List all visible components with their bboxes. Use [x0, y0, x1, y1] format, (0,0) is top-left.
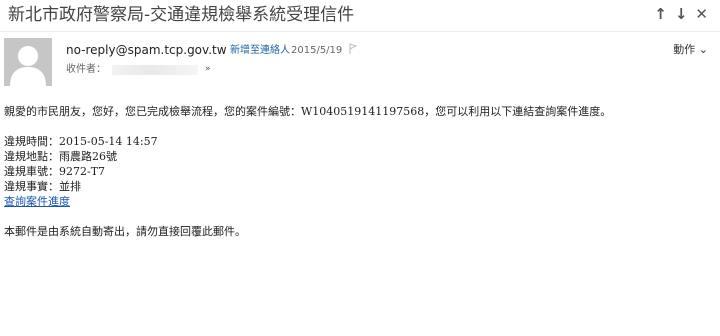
violation-fact: 違規事實：並排 [4, 180, 81, 193]
avatar [4, 38, 52, 86]
query-case-link[interactable]: 查詢案件進度 [4, 195, 70, 208]
add-to-contacts-link[interactable]: 新增至連絡人 [230, 44, 290, 57]
action-menu-button[interactable]: 動作 ⌄ [673, 43, 708, 57]
email-body: 親愛的市民朋友，您好，您已完成檢舉流程，您的案件編號：W104051914119… [4, 104, 710, 239]
message-date: 2015/5/19 [291, 45, 343, 56]
recipient-redacted [112, 64, 198, 75]
body-footer: 本郵件是由系統自動寄出，請勿直接回覆此郵件。 [4, 225, 246, 238]
header-divider [0, 31, 720, 32]
violation-plate: 違規車號：9272-T7 [4, 165, 106, 178]
recipient-label: 收件者： [66, 64, 106, 75]
body-intro: 親愛的市民朋友，您好，您已完成檢舉流程，您的案件編號：W104051914119… [4, 105, 612, 118]
message-navigation: ↑ ↓ ✕ [654, 4, 708, 24]
close-message-icon[interactable]: ✕ [695, 4, 708, 24]
recipient-row: 收件者： » [66, 63, 211, 76]
violation-location: 違規地點：雨農路26號 [4, 150, 117, 163]
default-person-icon [4, 38, 52, 86]
violation-time: 違規時間：2015-05-14 14:57 [4, 135, 158, 148]
previous-message-icon[interactable]: ↑ [654, 4, 667, 24]
action-menu-label: 動作 [673, 43, 696, 56]
next-message-icon[interactable]: ↓ [675, 4, 688, 24]
chevron-down-icon: ⌄ [698, 43, 708, 56]
email-subject: 新北市政府警察局-交通違規檢舉系統受理信件 [8, 5, 355, 25]
sender-address[interactable]: no-reply@spam.tcp.gov.tw [66, 42, 227, 58]
recipient-dropdown-icon[interactable]: » [205, 63, 211, 76]
flag-icon[interactable] [349, 43, 357, 55]
